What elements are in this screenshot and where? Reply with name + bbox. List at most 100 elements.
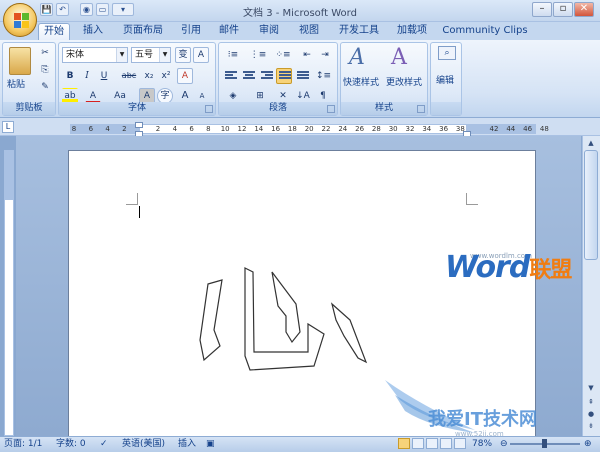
ruler-tick-label: 28: [371, 125, 381, 133]
print-layout-view-icon[interactable]: [398, 438, 410, 449]
strikethrough-button[interactable]: abc: [119, 68, 139, 84]
align-left-icon[interactable]: [222, 68, 238, 84]
change-styles-label[interactable]: 更改样式: [386, 75, 422, 88]
copy-icon[interactable]: ⎘: [37, 62, 53, 78]
ruler-tick-label: 8: [71, 125, 77, 133]
distributed-icon[interactable]: [294, 68, 310, 84]
bullets-icon[interactable]: ⁝≡: [222, 47, 244, 63]
binoculars-icon[interactable]: ⌕: [438, 46, 456, 60]
word-count-status[interactable]: 字数: 0: [56, 437, 86, 451]
increase-indent-icon[interactable]: ⇥: [317, 47, 333, 63]
tab-insert[interactable]: 插入: [78, 23, 108, 40]
tab-home[interactable]: 开始: [38, 23, 70, 40]
full-screen-reading-view-icon[interactable]: [412, 438, 424, 449]
heart-character-drawing[interactable]: [190, 260, 380, 380]
ruler-tick-label: 44: [506, 125, 516, 133]
phonetic-guide-button[interactable]: 变: [175, 47, 191, 63]
tab-mailings[interactable]: 邮件: [214, 23, 244, 40]
print-icon[interactable]: ▭: [96, 3, 109, 16]
chevron-down-icon: ▼: [159, 48, 170, 62]
format-painter-icon[interactable]: ✎: [37, 79, 53, 95]
justify-icon[interactable]: [276, 68, 292, 84]
ruler-tick-label: 14: [254, 125, 264, 133]
font-name-value: 宋体: [66, 50, 85, 60]
ruler-tick-label: 38: [455, 125, 465, 133]
font-name-combo[interactable]: 宋体 ▼: [62, 47, 128, 63]
paragraph-group: ⁝≡ ⋮≡ ⁘≡ ⇤ ⇥ ↕≡ ◈ ⊞ ✕ ↓A ¶ 段落: [218, 42, 338, 116]
line-spacing-icon[interactable]: ↕≡: [315, 68, 331, 84]
macro-record-icon[interactable]: ▣: [206, 437, 215, 451]
insert-mode-status[interactable]: 插入: [178, 437, 196, 451]
scroll-down-arrow[interactable]: ▼: [584, 382, 598, 394]
tab-developer[interactable]: 开发工具: [336, 23, 382, 40]
office-button[interactable]: [3, 3, 37, 37]
paragraph-dialog-launcher-icon[interactable]: [327, 105, 335, 113]
tab-community-clips[interactable]: Community Clips: [442, 23, 528, 40]
zoom-slider-thumb[interactable]: [542, 439, 547, 448]
tab-references[interactable]: 引用: [176, 23, 206, 40]
ruler-tick-label: 6: [189, 125, 194, 133]
minimize-button[interactable]: –: [532, 2, 552, 17]
close-button[interactable]: ✕: [574, 2, 594, 17]
web-layout-view-icon[interactable]: [426, 438, 438, 449]
undo-icon[interactable]: ↶: [56, 3, 69, 16]
tab-view[interactable]: 视图: [294, 23, 324, 40]
subscript-button[interactable]: x₂: [141, 68, 157, 84]
language-status[interactable]: 英语(美国): [122, 437, 165, 451]
align-center-icon[interactable]: [240, 68, 256, 84]
proofing-icon[interactable]: ✓: [100, 437, 108, 451]
scroll-up-arrow[interactable]: ▲: [584, 137, 598, 149]
underline-button[interactable]: U: [96, 68, 112, 84]
styles-group-label: 样式: [341, 102, 427, 115]
clear-formatting-button[interactable]: A: [177, 68, 193, 84]
paste-icon[interactable]: [9, 47, 31, 75]
multilevel-list-icon[interactable]: ⁘≡: [272, 47, 294, 63]
save-icon[interactable]: 💾: [40, 3, 53, 16]
decrease-indent-icon[interactable]: ⇤: [299, 47, 315, 63]
ruler-tick-label: 2: [122, 125, 127, 133]
zoom-out-icon[interactable]: ⊖: [500, 437, 508, 451]
office-logo-green: [22, 13, 29, 20]
maximize-button[interactable]: ▫: [553, 2, 573, 17]
scrollbar-thumb[interactable]: [584, 150, 598, 260]
quick-styles-icon[interactable]: A: [349, 45, 365, 70]
first-line-indent-marker[interactable]: [135, 122, 143, 128]
font-size-combo[interactable]: 五号 ▼: [131, 47, 171, 63]
italic-button[interactable]: I: [79, 68, 95, 84]
tab-page-layout[interactable]: 页面布局: [118, 23, 168, 40]
ruler-tick-label: 42: [489, 125, 499, 133]
styles-dialog-launcher-icon[interactable]: [417, 105, 425, 113]
character-border-button[interactable]: A: [193, 47, 209, 63]
office-logo-blue: [14, 21, 21, 28]
change-styles-icon[interactable]: A: [391, 45, 407, 70]
superscript-button[interactable]: x²: [158, 68, 174, 84]
align-right-icon[interactable]: [258, 68, 274, 84]
next-page-button[interactable]: ⇟: [584, 420, 598, 432]
zoom-in-icon[interactable]: ⊕: [584, 437, 592, 451]
font-dialog-launcher-icon[interactable]: [205, 105, 213, 113]
ruler-tick-label: 8: [206, 125, 211, 133]
outline-view-icon[interactable]: [440, 438, 452, 449]
tab-add-ins[interactable]: 加载项: [392, 23, 432, 40]
select-browse-object-button[interactable]: ●: [584, 408, 598, 420]
page-count-status[interactable]: 页面: 1/1: [4, 437, 42, 451]
numbering-icon[interactable]: ⋮≡: [247, 47, 269, 63]
ruler-tick-label: 36: [439, 125, 449, 133]
quick-styles-label[interactable]: 快速样式: [343, 75, 379, 88]
stroke-right-dot: [330, 302, 368, 364]
tab-review[interactable]: 审阅: [254, 23, 284, 40]
office-logo-red: [14, 13, 21, 20]
editing-label[interactable]: 编辑: [436, 73, 454, 86]
zoom-level[interactable]: 78%: [472, 437, 492, 451]
previous-page-button[interactable]: ⇞: [584, 396, 598, 408]
bold-button[interactable]: B: [62, 68, 78, 84]
cut-icon[interactable]: ✂: [37, 45, 53, 61]
draft-view-icon[interactable]: [454, 438, 466, 449]
redo-icon[interactable]: ◉: [80, 3, 93, 16]
ruler-tick-label: 32: [405, 125, 415, 133]
word-union-watermark: Word联盟: [445, 250, 572, 285]
qat-customize-icon[interactable]: ▾: [112, 3, 134, 16]
clipboard-group: 粘贴 ✂ ⎘ ✎ 剪贴板: [2, 42, 56, 116]
paste-label[interactable]: 粘贴: [7, 77, 25, 90]
tab-selector-button[interactable]: L: [2, 121, 14, 133]
